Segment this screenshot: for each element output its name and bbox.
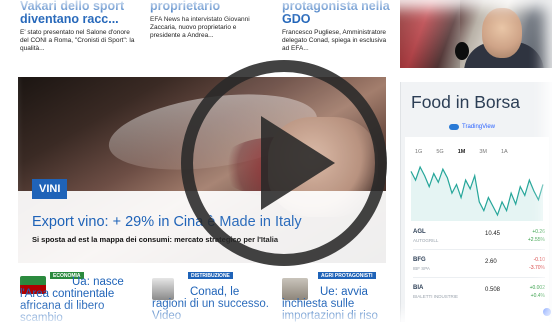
ticker-row[interactable]: BFG IBF SPA 2.60 -0.10 -3.70% bbox=[413, 257, 545, 279]
ticker-row[interactable]: BIA BIALETTI INDUSTRIE 0.508 +0.002 +0.4… bbox=[413, 285, 545, 307]
range-tabs: 1G 5G 1M 3M 1A bbox=[415, 149, 508, 155]
ticker-price: 0.508 bbox=[485, 287, 501, 293]
ticker-change: -0.10 bbox=[533, 257, 545, 263]
gear-icon[interactable] bbox=[543, 308, 551, 316]
ticker-panel: 1G 5G 1M 3M 1A AGL AUTOGRILL 10.45 +0.26… bbox=[405, 137, 549, 322]
ticker-change: +0.002 bbox=[529, 285, 545, 291]
bottom-story-1[interactable]: ECONOMIA Ua: nasce l'Area continentale a… bbox=[20, 272, 140, 322]
category-tag[interactable]: VINI bbox=[32, 179, 68, 199]
thumbnail-background bbox=[400, 0, 460, 68]
ticker-change: +0.26 bbox=[532, 229, 545, 235]
provider-link[interactable]: TradingView bbox=[449, 124, 495, 130]
sparkline-area bbox=[411, 167, 543, 221]
microphone-icon bbox=[455, 42, 469, 60]
ticker-row[interactable]: AGL AUTOGRILL 10.45 +0.26 +2.55% bbox=[413, 229, 545, 251]
tab-1g[interactable]: 1G bbox=[415, 149, 422, 155]
widget-title: Food in Borsa bbox=[411, 92, 520, 112]
tab-1a[interactable]: 1A bbox=[501, 149, 508, 155]
ticker-price: 10.45 bbox=[485, 231, 501, 237]
ticker-name: AUTOGRILL bbox=[413, 238, 439, 243]
tab-3m[interactable]: 3M bbox=[479, 149, 487, 155]
ticker-symbol: AGL bbox=[413, 229, 426, 235]
top-story-title[interactable]: proprietario bbox=[150, 0, 268, 13]
ticker-name: BIALETTI INDUSTRIE bbox=[413, 294, 459, 299]
bottom-story-title[interactable]: Ua: nasce l'Area continentale africana d… bbox=[20, 276, 140, 322]
food-in-borsa-widget: Food in Borsa TradingView 1G 5G 1M 3M 1A… bbox=[400, 82, 552, 322]
top-story-2[interactable]: proprietario EFA News ha intervistato Gi… bbox=[150, 0, 268, 70]
ticker-symbol: BIA bbox=[413, 285, 424, 291]
row-divider bbox=[413, 277, 545, 278]
tab-1m[interactable]: 1M bbox=[458, 149, 466, 155]
price-sparkline[interactable] bbox=[405, 161, 549, 221]
ticker-price: 2.60 bbox=[485, 259, 497, 265]
category-badge: DISTRIBUZIONE bbox=[188, 272, 233, 279]
interview-thumbnail[interactable] bbox=[400, 0, 552, 68]
top-story-summary: EFA News ha intervistato Giovanni Zaccar… bbox=[150, 16, 250, 39]
bottom-story-2[interactable]: DISTRIBUZIONE Conad, le ragioni di un su… bbox=[152, 272, 270, 322]
ticker-change-pct: -3.70% bbox=[529, 265, 545, 271]
ticker-change-pct: +2.55% bbox=[527, 237, 545, 243]
top-story-summary: E' stato presentato nel Salone d'onore d… bbox=[20, 29, 135, 52]
ticker-name: IBF SPA bbox=[413, 266, 430, 271]
tradingview-logo-icon bbox=[449, 124, 459, 130]
bottom-story-title[interactable]: Ue: avvia inchiesta sulle importazioni d… bbox=[282, 286, 392, 322]
top-story-title[interactable]: protagonista nella GDO bbox=[282, 0, 392, 26]
top-story-summary: Francesco Pugliese, Amministratore deleg… bbox=[282, 29, 387, 52]
play-icon bbox=[261, 116, 335, 210]
row-divider bbox=[413, 249, 545, 250]
bottom-story-title[interactable]: Conad, le ragioni di un successo. Video bbox=[152, 286, 270, 322]
tab-5g[interactable]: 5G bbox=[436, 149, 443, 155]
top-story-3[interactable]: protagonista nella GDO Francesco Puglies… bbox=[282, 0, 392, 70]
top-story-1[interactable]: Vakari dello sport diventano racc... E' … bbox=[20, 0, 138, 70]
ticker-change-pct: +0.4% bbox=[530, 293, 545, 299]
person-face bbox=[482, 8, 522, 58]
ticker-symbol: BFG bbox=[413, 257, 426, 263]
bottom-story-3[interactable]: AGRI PROTAGONISTI Ue: avvia inchiesta su… bbox=[282, 272, 392, 322]
category-badge: AGRI PROTAGONISTI bbox=[318, 272, 376, 279]
video-play-button[interactable] bbox=[181, 60, 387, 266]
provider-label: TradingView bbox=[462, 124, 496, 130]
top-story-title[interactable]: Vakari dello sport diventano racc... bbox=[20, 0, 138, 26]
